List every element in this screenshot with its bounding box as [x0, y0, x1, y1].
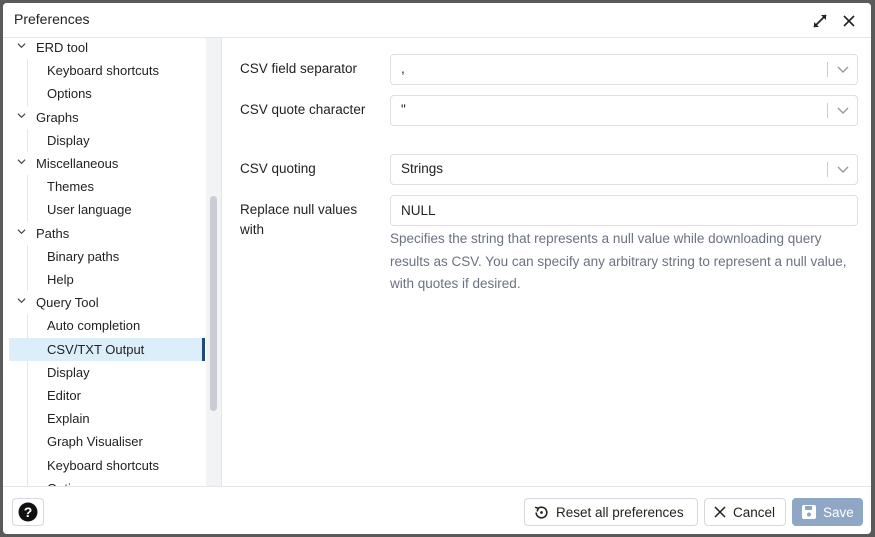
- csv-field-separator-label: CSV field separator: [240, 61, 358, 76]
- tree-item-csv-txt-output[interactable]: CSV/TXT Output: [9, 337, 205, 361]
- reset-all-preferences-button[interactable]: Reset all preferences: [524, 498, 698, 526]
- csv-quoting-label: CSV quoting: [240, 161, 316, 176]
- tree-item-label: Miscellaneous: [36, 156, 119, 171]
- tree-scrollbar[interactable]: [206, 38, 222, 486]
- tree-item-label: Paths: [36, 225, 70, 241]
- tree-item-auto-completion[interactable]: Auto completion: [9, 314, 205, 337]
- tree-item-label: Graph Visualiser: [47, 434, 143, 450]
- preferences-dialog: Preferences ERD tool Keyboard shortcuts Op…: [3, 3, 871, 534]
- tree-item-keyboard-shortcuts[interactable]: Keyboard shortcuts: [9, 454, 205, 477]
- select-separator: [827, 103, 828, 118]
- tree-group-graphs[interactable]: Graphs: [3, 106, 203, 129]
- tree-group-paths[interactable]: Paths: [3, 222, 203, 245]
- tree-item-keyboard-shortcuts[interactable]: Keyboard shortcuts: [9, 59, 205, 82]
- tree-item-graph-visualiser[interactable]: Graph Visualiser: [9, 430, 205, 453]
- chevron-down-icon[interactable]: [17, 152, 26, 175]
- save-label: Save: [823, 504, 854, 520]
- chevron-down-icon: [837, 107, 849, 114]
- csv-quoting-select[interactable]: Strings: [390, 154, 858, 185]
- tree-item-editor[interactable]: Editor: [9, 384, 205, 407]
- replace-null-label: Replace null values with: [240, 202, 358, 237]
- floppy-disk-icon: [802, 505, 816, 519]
- tree-item-label: Keyboard shortcuts: [47, 63, 160, 79]
- dialog-title: Preferences: [14, 11, 90, 27]
- title-bar: Preferences: [3, 3, 871, 38]
- reset-history-icon: [534, 505, 548, 519]
- tree-item-label: User language: [47, 202, 132, 218]
- tree-item-label: ERD tool: [36, 40, 89, 55]
- preferences-panel: CSV field separator , CSV quote characte…: [222, 38, 871, 486]
- chevron-down-icon: [837, 166, 849, 173]
- tree-item-label: Display: [47, 364, 90, 380]
- tree-group-erd-tool[interactable]: ERD tool: [3, 38, 203, 59]
- tree-group-query-tool[interactable]: Query Tool: [3, 291, 203, 314]
- tree-item-label: Explain: [47, 411, 90, 427]
- select-value: ": [401, 102, 406, 117]
- tree-item-options[interactable]: Options: [9, 82, 205, 105]
- csv-quote-character-select[interactable]: ": [390, 95, 858, 126]
- tree-item-label: Themes: [47, 179, 94, 195]
- tree-group-miscellaneous[interactable]: Miscellaneous: [3, 152, 203, 175]
- save-button[interactable]: Save: [792, 498, 863, 526]
- tree-item-user-language[interactable]: User language: [9, 198, 205, 221]
- tree-item-binary-paths[interactable]: Binary paths: [9, 245, 205, 268]
- chevron-down-icon[interactable]: [17, 106, 26, 129]
- svg-text:?: ?: [24, 504, 33, 520]
- chevron-down-icon[interactable]: [17, 291, 26, 314]
- replace-null-help-text: Specifies the string that represents a n…: [390, 231, 847, 291]
- chevron-down-icon: [837, 66, 849, 73]
- tree-item-label: Keyboard shortcuts: [47, 457, 160, 473]
- close-icon[interactable]: [839, 11, 859, 31]
- help-button[interactable]: ?: [12, 498, 44, 526]
- tree-item-label: Editor: [47, 388, 81, 403]
- dialog-footer: ? Reset all preferences Cancel Save: [3, 486, 871, 534]
- chevron-down-icon[interactable]: [17, 222, 26, 245]
- tree-item-themes[interactable]: Themes: [9, 175, 205, 198]
- replace-null-input[interactable]: [390, 195, 858, 226]
- tree-item-help[interactable]: Help: [9, 268, 205, 291]
- question-circle-icon: ?: [18, 502, 38, 522]
- tree-item-label: Auto completion: [47, 318, 141, 334]
- tree-item-options[interactable]: Options: [9, 477, 205, 486]
- csv-quote-character-label: CSV quote character: [240, 102, 366, 117]
- expand-icon[interactable]: [810, 11, 830, 31]
- preferences-tree: ERD tool Keyboard shortcuts Options Graphs D…: [3, 38, 206, 486]
- select-separator: [827, 162, 828, 177]
- tree-item-label: Options: [47, 86, 92, 102]
- select-value: ,: [401, 61, 405, 76]
- reset-label: Reset all preferences: [556, 504, 684, 520]
- cancel-label: Cancel: [733, 504, 776, 520]
- tree-item-label: CSV/TXT Output: [47, 341, 145, 357]
- tree-item-label: Help: [47, 272, 74, 287]
- tree-item-display[interactable]: Display: [9, 129, 205, 152]
- select-separator: [827, 62, 828, 77]
- tree-item-label: Options: [47, 477, 92, 486]
- tree-item-label: Binary paths: [47, 248, 120, 264]
- scrollbar-thumb[interactable]: [210, 196, 217, 411]
- close-icon: [714, 506, 726, 518]
- tree-item-display[interactable]: Display: [9, 361, 205, 384]
- tree-item-label: Graphs: [36, 109, 79, 125]
- tree-item-label: Display: [47, 132, 90, 148]
- csv-field-separator-select[interactable]: ,: [390, 54, 858, 85]
- cancel-button[interactable]: Cancel: [704, 498, 786, 526]
- tree-item-label: Query Tool: [36, 295, 99, 311]
- select-value: Strings: [401, 161, 444, 176]
- chevron-down-icon[interactable]: [17, 38, 26, 59]
- tree-item-explain[interactable]: Explain: [9, 407, 205, 430]
